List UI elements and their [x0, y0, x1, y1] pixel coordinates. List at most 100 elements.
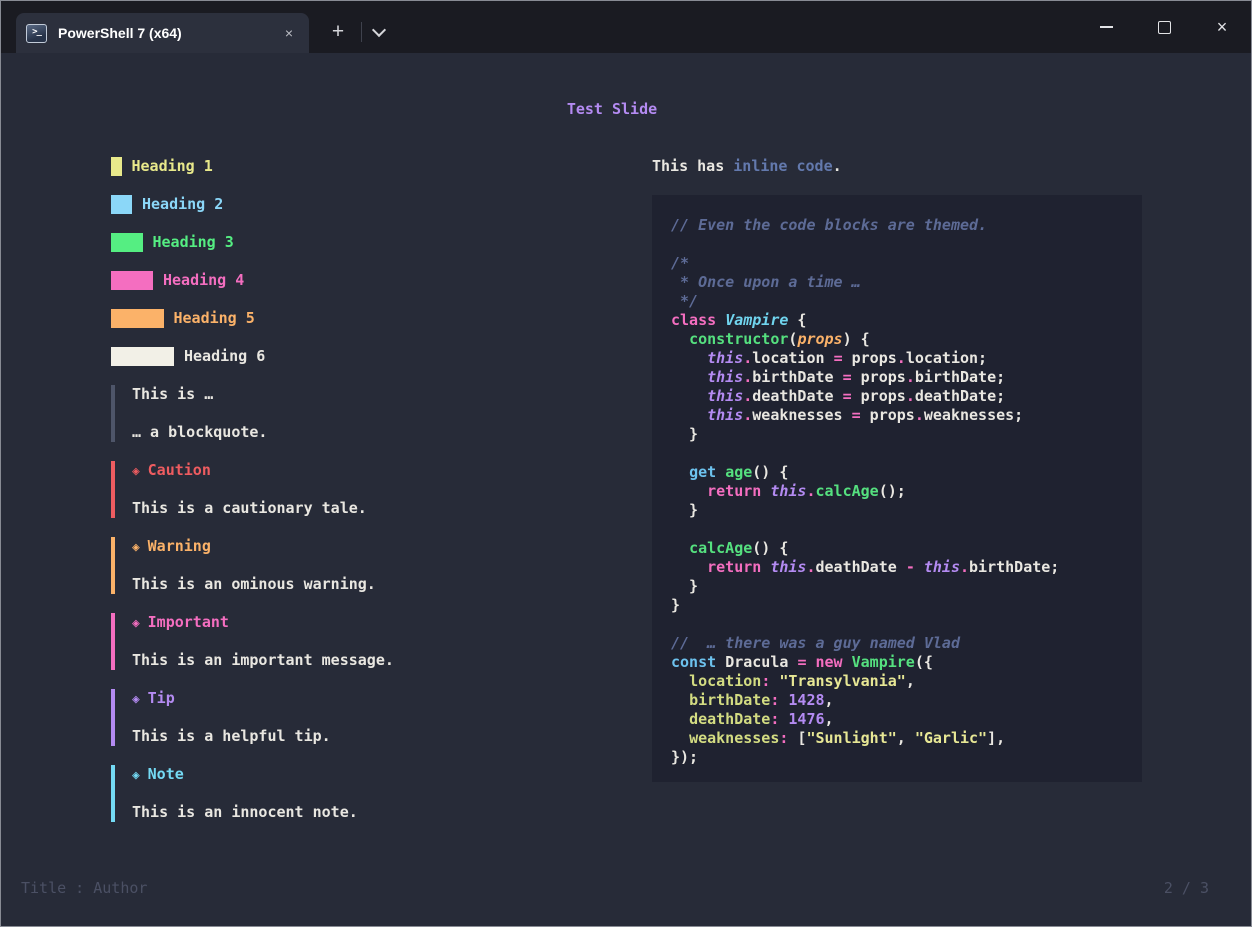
tab-powershell[interactable]: >_ PowerShell 7 (x64) ×: [16, 13, 309, 53]
code-token-function: age: [725, 463, 752, 481]
tab-dropdown-button[interactable]: [367, 21, 391, 43]
code-line: */: [671, 292, 1123, 311]
code-line: });: [671, 748, 1123, 767]
admonition-body: This is an ominous warning.: [132, 575, 394, 594]
heading-color-block: [111, 233, 143, 252]
heading-label: Heading 6: [184, 347, 265, 366]
code-line: }: [671, 501, 1123, 520]
code-token-plain: [671, 482, 707, 500]
tab-title: PowerShell 7 (x64): [58, 25, 279, 41]
admonitions-list: ◈ CautionThis is a cautionary tale.◈ War…: [111, 461, 394, 822]
code-token-plain: () {: [752, 539, 788, 557]
code-line: // Even the code blocks are themed.: [671, 216, 1123, 235]
close-button[interactable]: ×: [1193, 1, 1251, 53]
code-token-operator: =: [843, 387, 852, 405]
heading-color-block: [111, 309, 164, 328]
code-token-plain: birthDate: [752, 368, 842, 386]
admonition-note: ◈ NoteThis is an innocent note.: [111, 765, 394, 822]
code-token-function: calcAge: [816, 482, 879, 500]
code-token-this: this: [707, 406, 743, 424]
code-token-comment: * Once upon a time …: [671, 273, 861, 291]
code-token-operator: .: [743, 406, 752, 424]
code-token-operator: .: [906, 387, 915, 405]
code-token-key: birthDate: [689, 691, 770, 709]
admonition-title: ◈ Important: [132, 613, 394, 632]
code-token-comment: */: [671, 292, 698, 310]
heading-5: Heading 5: [111, 309, 394, 328]
code-line: [671, 444, 1123, 463]
code-token-keyword2: const: [671, 653, 725, 671]
code-token-function: Vampire: [852, 653, 915, 671]
code-token-keyword2: get: [689, 463, 725, 481]
right-column: This has inline code. // Even the code b…: [652, 157, 1142, 782]
left-column: Heading 1Heading 2Heading 3Heading 4Head…: [111, 157, 394, 841]
heading-4: Heading 4: [111, 271, 394, 290]
code-token-plain: ,: [825, 691, 834, 709]
admonition-title: ◈ Caution: [132, 461, 394, 480]
code-line: return this.deathDate - this.birthDate;: [671, 558, 1123, 577]
admonition-body: This is an innocent note.: [132, 803, 394, 822]
code-token-plain: [671, 710, 689, 728]
code-token-plain: [671, 558, 707, 576]
minimize-icon: [1100, 26, 1113, 28]
code-token-plain: ,: [825, 710, 834, 728]
code-token-plain: [671, 406, 707, 424]
slide-title: Test Slide: [1, 100, 1223, 119]
code-line: return this.calcAge();: [671, 482, 1123, 501]
code-token-operator: =: [834, 349, 843, 367]
admonition-label: Note: [148, 765, 184, 783]
code-token-plain: [806, 653, 815, 671]
code-token-plain: deathDate: [816, 558, 906, 576]
admonition-warning: ◈ WarningThis is an ominous warning.: [111, 537, 394, 594]
maximize-button[interactable]: [1135, 1, 1193, 53]
code-token-plain: [671, 672, 689, 690]
heading-3: Heading 3: [111, 233, 394, 252]
new-tab-button[interactable]: +: [325, 19, 351, 45]
title-bar[interactable]: >_ PowerShell 7 (x64) × + ×: [1, 1, 1251, 53]
code-line: }: [671, 425, 1123, 444]
code-token-plain: location;: [906, 349, 987, 367]
code-token-plain: [671, 368, 707, 386]
code-token-this: this: [924, 558, 960, 576]
code-token-plain: deathDate: [752, 387, 842, 405]
code-line: }: [671, 596, 1123, 615]
code-block: // Even the code blocks are themed. /* *…: [652, 195, 1142, 782]
code-token-this: this: [770, 482, 806, 500]
code-token-operator: .: [915, 406, 924, 424]
diamond-icon: ◈: [132, 540, 148, 555]
heading-label: Heading 1: [132, 157, 213, 176]
code-token-plain: [915, 558, 924, 576]
code-token-operator: .: [960, 558, 969, 576]
maximize-icon: [1158, 21, 1171, 34]
code-token-plain: () {: [752, 463, 788, 481]
heading-color-block: [111, 347, 174, 366]
minimize-button[interactable]: [1077, 1, 1135, 53]
code-line: const Dracula = new Vampire({: [671, 653, 1123, 672]
heading-color-block: [111, 195, 132, 214]
tab-close-icon[interactable]: ×: [279, 26, 299, 40]
admonition-important: ◈ ImportantThis is an important message.: [111, 613, 394, 670]
code-token-keyword: return: [707, 482, 770, 500]
code-token-plain: weaknesses;: [924, 406, 1023, 424]
code-token-plain: [671, 463, 689, 481]
code-token-function: constructor: [689, 330, 788, 348]
code-token-comment: // Even the code blocks are themed.: [671, 216, 987, 234]
code-token-operator: -: [906, 558, 915, 576]
footer-page-indicator: 2 / 3: [1164, 879, 1209, 898]
code-line: this.weaknesses = props.weaknesses;: [671, 406, 1123, 425]
blockquote-line: This is …: [132, 385, 394, 404]
code-token-key: location: [689, 672, 761, 690]
heading-label: Heading 3: [153, 233, 234, 252]
code-token-plain: [671, 349, 707, 367]
diamond-icon: ◈: [132, 616, 148, 631]
code-line: this.birthDate = props.birthDate;: [671, 368, 1123, 387]
code-line: * Once upon a time …: [671, 273, 1123, 292]
close-icon: ×: [1217, 18, 1228, 36]
heading-color-block: [111, 271, 153, 290]
code-token-plain: props: [861, 406, 915, 424]
code-token-plain: props: [843, 349, 897, 367]
code-token-comment: /*: [671, 254, 689, 272]
code-token-operator: .: [743, 387, 752, 405]
code-token-operator: :: [761, 672, 770, 690]
code-line: weaknesses: ["Sunlight", "Garlic"],: [671, 729, 1123, 748]
